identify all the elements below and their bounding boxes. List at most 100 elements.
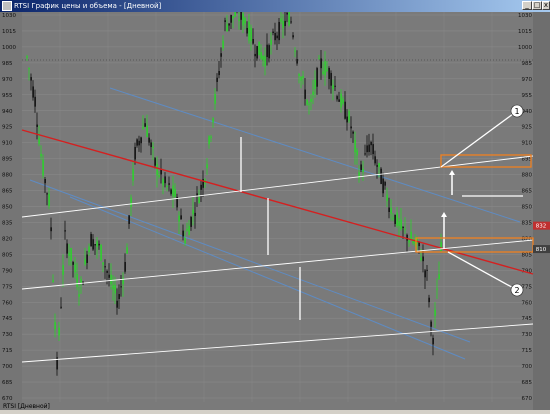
candle-up-body	[314, 79, 316, 89]
maximize-button[interactable]: □	[532, 1, 542, 10]
candle-up-body	[214, 94, 216, 104]
candle-down-body	[350, 126, 352, 129]
callout-1-label: 1	[514, 107, 519, 116]
right-tick-label: 715	[522, 348, 533, 354]
left-tick-label: 805	[2, 252, 13, 258]
candle-down-body	[116, 300, 118, 308]
candle-down-body	[60, 306, 62, 308]
close-button[interactable]: x	[542, 1, 550, 10]
candle-up-body	[96, 241, 98, 247]
candle-down-body	[120, 286, 122, 288]
candle-down-body	[72, 262, 74, 265]
candle-down-body	[382, 178, 384, 194]
candle-up-body	[188, 225, 190, 236]
candle-down-body	[292, 35, 294, 38]
candle-up-body	[308, 104, 310, 106]
candle-down-body	[330, 72, 332, 86]
candle-up-body	[222, 40, 224, 49]
price-chart[interactable]: 1030 1015 1000 985 970 955 940 925 910 895 880 865 8…	[0, 0, 550, 410]
left-tick-label: 775	[2, 284, 13, 290]
candle-up-body	[342, 99, 344, 104]
candle-up-body	[434, 309, 436, 316]
candle-down-body	[432, 337, 434, 345]
candle-up-body	[312, 91, 314, 95]
candle-down-body	[168, 183, 170, 185]
right-tick-label: 1030	[518, 13, 532, 19]
candle-up-body	[356, 150, 358, 156]
candle-up-body	[386, 194, 388, 201]
candle-up-body	[152, 146, 154, 149]
candle-up-body	[392, 217, 394, 219]
right-tick-label: 805	[522, 252, 533, 258]
candle-down-body	[266, 44, 268, 58]
candle-up-body	[58, 327, 60, 336]
right-tick-label: 670	[522, 396, 533, 402]
candle-down-body	[230, 14, 232, 23]
candle-up-body	[162, 179, 164, 186]
candle-up-body	[52, 280, 54, 282]
right-tick-label: 685	[522, 380, 533, 386]
left-tick-label: 835	[2, 220, 13, 226]
candle-down-body	[254, 53, 256, 57]
candle-up-body	[192, 209, 194, 215]
candle-down-body	[196, 193, 198, 196]
candle-up-body	[70, 247, 72, 262]
candle-down-body	[252, 39, 254, 44]
minimize-button[interactable]: _	[522, 1, 532, 10]
price-marker-label: 810	[536, 247, 547, 253]
candle-down-body	[366, 145, 368, 153]
candle-up-body	[42, 159, 44, 176]
candle-up-body	[184, 237, 186, 244]
right-tick-label: 760	[522, 300, 533, 306]
candle-up-body	[378, 163, 380, 167]
candle-down-body	[336, 96, 338, 100]
instrument-label: RTSI [Дневной]	[3, 403, 50, 410]
candle-up-body	[302, 75, 304, 79]
title-bar[interactable]: RTSI График цены и объема - [Дневной] _ …	[0, 0, 550, 12]
candle-down-body	[180, 215, 182, 220]
candle-down-body	[372, 144, 374, 155]
left-tick-label: 970	[2, 77, 13, 83]
app-icon[interactable]	[2, 1, 12, 11]
candle-down-body	[272, 31, 274, 33]
left-tick-label: 895	[2, 157, 13, 163]
candle-down-body	[424, 270, 426, 278]
candle-up-body	[408, 240, 410, 243]
candle-down-body	[352, 131, 354, 134]
candle-down-body	[94, 244, 96, 246]
candle-up-body	[38, 137, 40, 144]
candle-down-body	[426, 269, 428, 271]
left-tick-label: 700	[2, 364, 13, 370]
candle-up-body	[114, 284, 116, 294]
candle-up-body	[166, 186, 168, 188]
price-chart-svg[interactable]: 1030 1015 1000 985 970 955 940 925 910 895 880 865 8…	[0, 0, 550, 410]
candle-up-body	[100, 244, 102, 261]
candle-up-body	[332, 85, 334, 89]
candle-down-body	[334, 85, 336, 87]
candle-down-body	[274, 32, 276, 41]
candle-up-body	[306, 99, 308, 105]
candle-down-body	[370, 141, 372, 146]
candle-up-body	[420, 257, 422, 260]
candle-down-body	[374, 156, 376, 164]
candle-down-body	[304, 89, 306, 99]
candle-up-body	[280, 18, 282, 22]
candle-up-body	[288, 10, 290, 26]
left-tick-label: 1000	[2, 45, 16, 51]
candle-down-body	[136, 139, 138, 146]
candle-down-body	[218, 70, 220, 76]
left-tick-label: 865	[2, 189, 13, 195]
candle-up-body	[438, 274, 440, 280]
candle-down-body	[346, 116, 348, 123]
candle-down-body	[320, 58, 322, 69]
candle-up-body	[244, 17, 246, 24]
candle-down-body	[296, 59, 298, 64]
candle-up-body	[84, 258, 86, 265]
candle-down-body	[380, 168, 382, 184]
candle-up-body	[318, 58, 320, 60]
right-tick-label: 1000	[518, 45, 532, 51]
candle-down-body	[422, 256, 424, 262]
left-tick-label: 790	[2, 268, 13, 274]
candle-up-body	[258, 41, 260, 56]
candle-up-body	[102, 262, 104, 265]
